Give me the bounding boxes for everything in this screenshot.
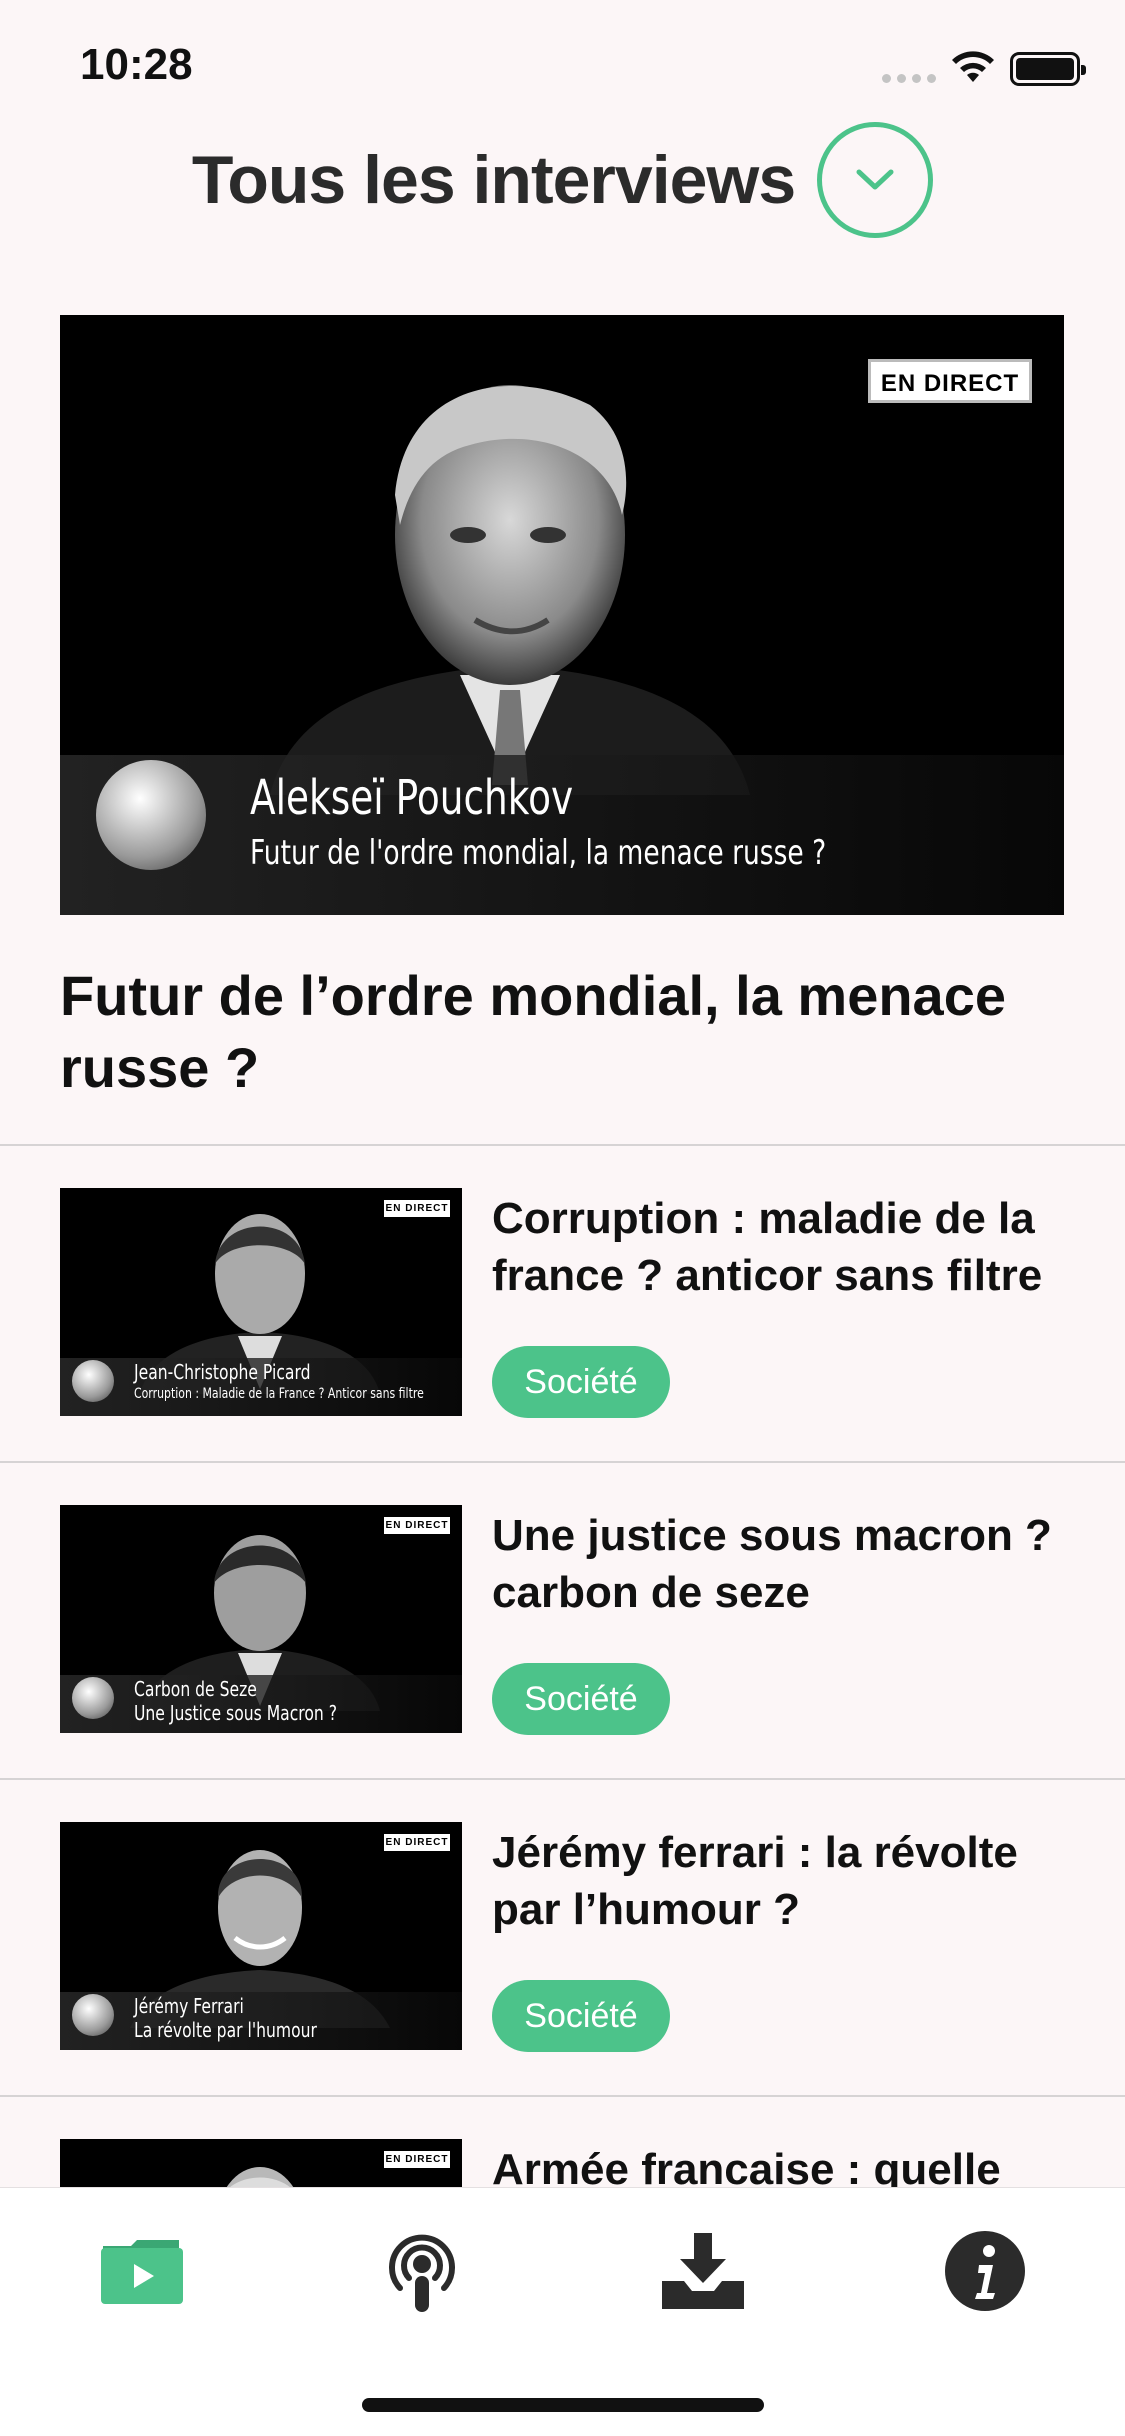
category-tag[interactable]: Société <box>492 1346 670 1418</box>
category-tag[interactable]: Société <box>492 1663 670 1735</box>
tab-videos[interactable] <box>82 2216 202 2326</box>
caption-subtitle: La révolte par l'humour <box>134 2018 317 2042</box>
item-title[interactable]: Une justice sous macron ? carbon de seze <box>492 1507 1092 1621</box>
video-thumbnail[interactable]: EN DIRECT Carbon de Seze Une Justice sou… <box>60 1505 462 1733</box>
video-thumbnail[interactable]: EN DIRECT Jean-Christophe Picard Corrupt… <box>60 1188 462 1416</box>
video-folder-icon <box>101 2240 183 2304</box>
swan-logo-icon <box>72 1360 114 1402</box>
podcast-icon <box>389 2234 455 2312</box>
divider <box>0 1461 1125 1463</box>
download-icon <box>662 2233 744 2309</box>
featured-title[interactable]: Futur de l’ordre mondial, la menace russ… <box>60 960 1060 1104</box>
caption-name: Alekseï Pouchkov <box>250 770 574 826</box>
item-title[interactable]: Jérémy ferrari : la révolte par l’humour… <box>492 1824 1092 1938</box>
live-badge: EN DIRECT <box>384 2151 450 2168</box>
live-badge: EN DIRECT <box>868 359 1032 403</box>
chevron-down-icon <box>856 169 894 190</box>
tab-podcasts[interactable] <box>362 2216 482 2326</box>
caption-name: Carbon de Seze <box>134 1677 257 1701</box>
swan-logo-icon <box>96 760 206 870</box>
wifi-icon <box>952 51 994 82</box>
caption-subtitle: Corruption : Maladie de la France ? Anti… <box>134 1386 424 1402</box>
divider <box>0 1778 1125 1780</box>
page-title: Tous les interviews <box>191 142 796 218</box>
interviewee-portrait <box>270 385 750 795</box>
live-badge: EN DIRECT <box>384 1834 450 1851</box>
item-title[interactable]: Corruption : maladie de la france ? anti… <box>492 1190 1092 1304</box>
home-indicator[interactable] <box>362 2398 764 2412</box>
category-dropdown-button[interactable] <box>817 122 934 238</box>
page-header: Tous les interviews <box>0 120 1125 240</box>
live-badge: EN DIRECT <box>384 1200 450 1217</box>
interviewee-portrait <box>226 2167 294 2188</box>
info-icon <box>945 2231 1025 2311</box>
category-tag[interactable]: Société <box>492 1980 670 2052</box>
cellular-signal-icon <box>882 74 936 83</box>
tab-info[interactable] <box>925 2216 1045 2326</box>
tab-downloads[interactable] <box>643 2216 763 2326</box>
caption-name: Jérémy Ferrari <box>134 1994 244 2018</box>
divider <box>0 2095 1125 2097</box>
caption-name: Jean-Christophe Picard <box>134 1360 311 1384</box>
swan-logo-icon <box>72 1677 114 1719</box>
swan-logo-icon <box>72 1994 114 2036</box>
video-thumbnail[interactable]: EN DIRECT <box>60 2139 462 2188</box>
battery-icon <box>1010 52 1086 86</box>
live-badge: EN DIRECT <box>384 1517 450 1534</box>
item-title-clip: Armée francaise : quelle <box>492 2139 1112 2188</box>
status-bar: 10:28 <box>0 0 1125 132</box>
caption-subtitle: Une Justice sous Macron ? <box>134 1701 338 1725</box>
caption-subtitle: Futur de l'ordre mondial, la menace russ… <box>250 833 827 873</box>
divider <box>0 1144 1125 1146</box>
featured-video-thumbnail[interactable]: EN DIRECT Alekseï Pouchkov Futur de l'or… <box>60 315 1064 915</box>
item-title[interactable]: Armée francaise : quelle <box>492 2141 1092 2188</box>
status-time: 10:28 <box>80 40 193 89</box>
video-thumbnail[interactable]: EN DIRECT Jérémy Ferrari La révolte par … <box>60 1822 462 2050</box>
